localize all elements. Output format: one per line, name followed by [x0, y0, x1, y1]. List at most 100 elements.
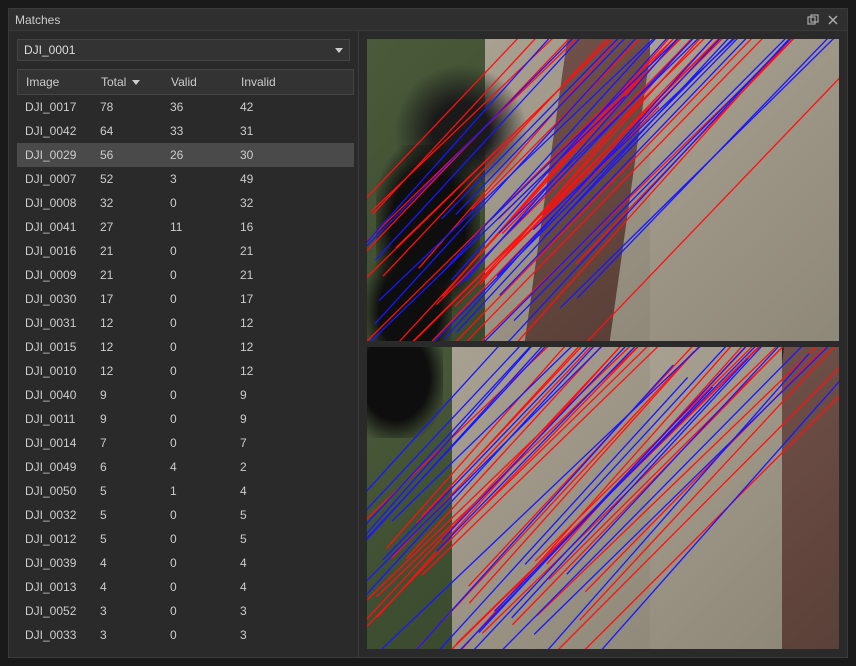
- cell-image: DJI_0033: [17, 628, 92, 642]
- cell-image: DJI_0011: [17, 412, 92, 426]
- matches-panel: Matches DJI_0001 Image Total Valid Inval…: [8, 8, 848, 658]
- table-row[interactable]: DJI_0050514: [17, 479, 354, 503]
- dock-icon[interactable]: [805, 12, 821, 28]
- cell-image: DJI_0015: [17, 340, 92, 354]
- image-select-dropdown[interactable]: DJI_0001: [17, 39, 350, 61]
- cell-invalid: 12: [232, 316, 312, 330]
- cell-total: 21: [92, 244, 162, 258]
- table-row[interactable]: DJI_0011909: [17, 407, 354, 431]
- col-header-image[interactable]: Image: [18, 75, 93, 89]
- cell-total: 5: [92, 508, 162, 522]
- cell-valid: 36: [162, 100, 232, 114]
- col-header-invalid[interactable]: Invalid: [233, 75, 313, 89]
- cell-image: DJI_0017: [17, 100, 92, 114]
- cell-valid: 0: [162, 436, 232, 450]
- col-header-valid[interactable]: Valid: [163, 75, 233, 89]
- cell-valid: 0: [162, 604, 232, 618]
- cell-valid: 0: [162, 292, 232, 306]
- cell-image: DJI_0032: [17, 508, 92, 522]
- cell-invalid: 4: [232, 556, 312, 570]
- table-row[interactable]: DJI_003112012: [17, 311, 354, 335]
- cell-invalid: 21: [232, 244, 312, 258]
- table-row[interactable]: DJI_0029562630: [17, 143, 354, 167]
- cell-valid: 26: [162, 148, 232, 162]
- cell-valid: 0: [162, 508, 232, 522]
- cell-image: DJI_0007: [17, 172, 92, 186]
- cell-total: 9: [92, 412, 162, 426]
- table-row[interactable]: DJI_001512012: [17, 335, 354, 359]
- cell-image: DJI_0012: [17, 532, 92, 546]
- table-row[interactable]: DJI_0052303: [17, 599, 354, 623]
- table-row[interactable]: DJI_0017783642: [17, 95, 354, 119]
- cell-total: 12: [92, 364, 162, 378]
- table-body[interactable]: DJI_0017783642DJI_0042643331DJI_00295626…: [17, 95, 354, 651]
- table-row[interactable]: DJI_0013404: [17, 575, 354, 599]
- table-row[interactable]: DJI_0042643331: [17, 119, 354, 143]
- cell-total: 6: [92, 460, 162, 474]
- table-row[interactable]: DJI_003017017: [17, 287, 354, 311]
- cell-invalid: 3: [232, 604, 312, 618]
- table-row[interactable]: DJI_0040909: [17, 383, 354, 407]
- cell-total: 9: [92, 388, 162, 402]
- cell-image: DJI_0042: [17, 124, 92, 138]
- cell-valid: 0: [162, 388, 232, 402]
- cell-total: 52: [92, 172, 162, 186]
- table-row[interactable]: DJI_0033303: [17, 623, 354, 647]
- cell-invalid: 17: [232, 292, 312, 306]
- cell-valid: 0: [162, 316, 232, 330]
- match-image-bottom[interactable]: [367, 347, 839, 649]
- cell-total: 4: [92, 556, 162, 570]
- cell-invalid: 30: [232, 148, 312, 162]
- table-row[interactable]: DJI_0049642: [17, 455, 354, 479]
- cell-total: 32: [92, 196, 162, 210]
- match-image-top[interactable]: [367, 39, 839, 341]
- table-row[interactable]: DJI_0039404: [17, 551, 354, 575]
- cell-image: DJI_0052: [17, 604, 92, 618]
- cell-valid: 0: [162, 556, 232, 570]
- cell-valid: 4: [162, 460, 232, 474]
- table-row[interactable]: DJI_0041271116: [17, 215, 354, 239]
- cell-valid: 0: [162, 196, 232, 210]
- col-header-total[interactable]: Total: [93, 75, 163, 89]
- cell-invalid: 4: [232, 580, 312, 594]
- cell-total: 64: [92, 124, 162, 138]
- cell-total: 27: [92, 220, 162, 234]
- cell-valid: 33: [162, 124, 232, 138]
- cell-total: 12: [92, 316, 162, 330]
- chevron-down-icon: [335, 48, 343, 53]
- table-row[interactable]: DJI_001012012: [17, 359, 354, 383]
- table-row[interactable]: DJI_000752349: [17, 167, 354, 191]
- cell-invalid: 7: [232, 436, 312, 450]
- cell-valid: 11: [162, 220, 232, 234]
- cell-valid: 1: [162, 484, 232, 498]
- sort-desc-icon: [132, 80, 140, 85]
- cell-invalid: 3: [232, 628, 312, 642]
- table-row[interactable]: DJI_001621021: [17, 239, 354, 263]
- cell-invalid: 9: [232, 388, 312, 402]
- table-row[interactable]: DJI_0014707: [17, 431, 354, 455]
- table-row[interactable]: DJI_000921021: [17, 263, 354, 287]
- table-row[interactable]: DJI_0012505: [17, 527, 354, 551]
- cell-valid: 0: [162, 580, 232, 594]
- cell-image: DJI_0029: [17, 148, 92, 162]
- table-row[interactable]: DJI_000832032: [17, 191, 354, 215]
- matches-table: Image Total Valid Invalid DJI_0017783642…: [17, 69, 354, 657]
- cell-total: 7: [92, 436, 162, 450]
- cell-total: 4: [92, 580, 162, 594]
- right-pane: [359, 31, 847, 657]
- cell-image: DJI_0031: [17, 316, 92, 330]
- cell-invalid: 9: [232, 412, 312, 426]
- cell-valid: 0: [162, 412, 232, 426]
- table-row[interactable]: DJI_0032505: [17, 503, 354, 527]
- cell-valid: 0: [162, 628, 232, 642]
- cell-image: DJI_0008: [17, 196, 92, 210]
- cell-invalid: 16: [232, 220, 312, 234]
- cell-invalid: 5: [232, 532, 312, 546]
- cell-invalid: 21: [232, 268, 312, 282]
- panel-titlebar: Matches: [9, 9, 847, 31]
- cell-total: 17: [92, 292, 162, 306]
- cell-total: 5: [92, 484, 162, 498]
- cell-invalid: 49: [232, 172, 312, 186]
- close-icon[interactable]: [825, 12, 841, 28]
- cell-invalid: 32: [232, 196, 312, 210]
